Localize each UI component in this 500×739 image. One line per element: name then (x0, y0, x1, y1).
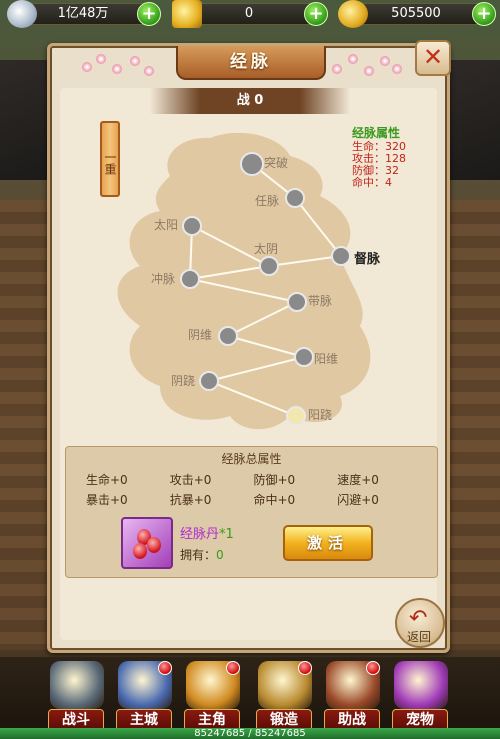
meridian-node[interactable] (259, 256, 279, 276)
blossom-decoration-left (78, 50, 158, 78)
meridian-node-label: 阴维 (188, 328, 213, 342)
item-owned: 拥有：0 (180, 548, 224, 562)
meridian-node-label: 突破 (264, 156, 289, 170)
meridian-node-label: 带脉 (308, 294, 333, 308)
stat-dodge: 闪避+0 (337, 493, 379, 507)
nav-item[interactable]: 宠物 (388, 661, 452, 733)
meridian-node[interactable] (285, 188, 305, 208)
notification-dot (158, 661, 172, 675)
item-name: 经脉丹*1 (180, 527, 234, 542)
total-title: 经脉总属性 (221, 452, 282, 466)
battle-power: 战 0 (150, 88, 350, 114)
total-attributes: 经脉总属性 生命+0 攻击+0 防御+0 速度+0 暴击+0 抗暴+0 命中+0… (65, 446, 438, 578)
resource-bar: 1亿48万 + 0 + 505500 + (0, 0, 500, 30)
meridian-node-label: 太阴 (254, 242, 279, 256)
meridian-panel: 经脉 ✕ 战 0 一重 经脉属性 生命：320 攻击：128 防御：32 命中：… (47, 40, 453, 653)
stat-attack: 攻击+0 (169, 473, 212, 487)
panel-title: 经脉 (176, 46, 326, 80)
notification-dot (226, 661, 240, 675)
silver-resource: 1亿48万 + (7, 0, 161, 28)
gold-value: 0 (244, 6, 254, 21)
level-tag: 一重 (100, 121, 120, 197)
nav-item[interactable]: 主角 (180, 661, 244, 733)
silver-coin-icon (7, 0, 37, 28)
meridian-node[interactable] (287, 292, 307, 312)
nav-item[interactable]: 助战 (320, 661, 384, 733)
bottom-nav: 战斗 主城 主角 锻造 助战 宠物 (0, 657, 500, 739)
meridian-node-label: 太阳 (154, 218, 179, 232)
attributes-title: 经脉属性 (352, 126, 401, 140)
gold-bar-icon (172, 0, 202, 28)
meridian-node[interactable] (240, 152, 264, 176)
activate-button[interactable]: 激活 (283, 525, 373, 561)
background-wall-right (450, 200, 500, 650)
meridian-attributes: 经脉属性 生命：320 攻击：128 防御：32 命中：4 (352, 124, 442, 189)
stat-crit: 暴击+0 (86, 493, 128, 507)
item-owned-value: 0 (216, 548, 224, 562)
add-silver-button[interactable]: + (137, 2, 161, 26)
attr-hit: 命中：4 (352, 176, 392, 189)
nav-item-icon (394, 661, 448, 709)
total-stats-grid: 生命+0 攻击+0 防御+0 速度+0 暴击+0 抗暴+0 命中+0 闪避+0 (66, 467, 437, 509)
notification-dot (366, 661, 380, 675)
meridian-node[interactable] (180, 269, 200, 289)
background-wall-left (0, 200, 50, 650)
add-ingot-button[interactable]: + (472, 2, 496, 26)
back-label: 返回 (407, 630, 432, 644)
hp-bar: 85247685 / 85247685 (0, 728, 500, 739)
meridian-node[interactable] (182, 216, 202, 236)
stat-defense: 防御+0 (253, 473, 296, 487)
meridian-node[interactable] (286, 406, 306, 426)
meridian-node[interactable] (218, 326, 238, 346)
blossom-decoration-right (328, 50, 408, 78)
ingot-value: 505500 (391, 6, 441, 21)
meridian-node[interactable] (331, 246, 351, 266)
ingot-resource: 505500 + (338, 0, 496, 28)
back-button[interactable]: ↶ 返回 (395, 598, 445, 648)
add-gold-button[interactable]: + (304, 2, 328, 26)
nav-item-icon (50, 661, 104, 709)
meridian-node-label: 阳维 (314, 352, 339, 366)
meridian-node-label: 阳跷 (308, 408, 333, 422)
meridian-node[interactable] (199, 371, 219, 391)
meridian-node-label: 冲脉 (151, 272, 176, 286)
nav-item[interactable]: 战斗 (44, 661, 108, 733)
stat-speed: 速度+0 (337, 473, 379, 487)
gold-resource: 0 + (172, 0, 328, 28)
close-button[interactable]: ✕ (415, 40, 451, 76)
item-qty: *1 (219, 527, 234, 542)
nav-item[interactable]: 主城 (112, 661, 176, 733)
stat-hp: 生命+0 (86, 473, 128, 487)
meridian-pill-item-icon[interactable] (121, 517, 173, 569)
notification-dot (298, 661, 312, 675)
silver-value: 1亿48万 (57, 6, 109, 21)
meridian-node-label: 督脉 (354, 252, 381, 267)
meridian-node-label: 阴跷 (171, 374, 196, 388)
meridian-node[interactable] (294, 347, 314, 367)
nav-item[interactable]: 锻造 (252, 661, 316, 733)
stat-crit-resist: 抗暴+0 (169, 493, 212, 507)
meridian-figure: 一重 经脉属性 生命：320 攻击：128 防御：32 命中：4 突破任脉太阳太… (50, 116, 453, 446)
gold-ingot-icon (338, 0, 368, 28)
stat-hit: 命中+0 (253, 493, 296, 507)
meridian-node-label: 任脉 (255, 194, 280, 208)
